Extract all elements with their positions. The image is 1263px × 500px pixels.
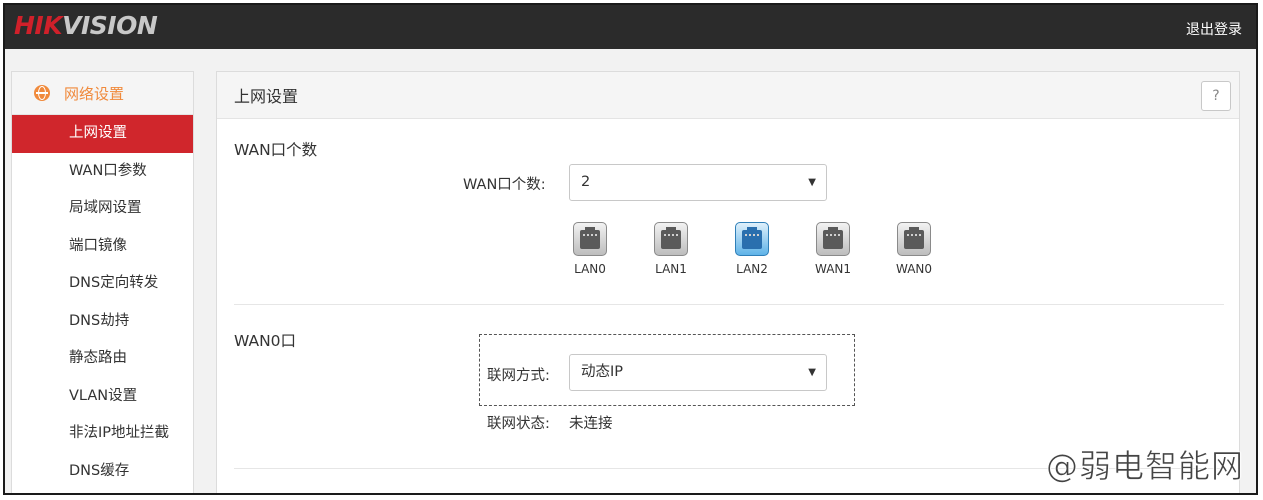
globe-icon	[34, 85, 50, 101]
main-panel: 上网设置 ? WAN口个数 WAN口个数: 2 ▼ LAN0 LAN1 LAN2 WA…	[216, 71, 1240, 493]
logo-vision: VISION	[62, 11, 158, 40]
port-jack	[742, 227, 762, 249]
logo: HIKVISION	[14, 11, 158, 41]
ethernet-port-icon	[654, 222, 688, 256]
port-label: WAN0	[895, 262, 933, 276]
port-lan1[interactable]: LAN1	[646, 222, 696, 276]
port-wan0[interactable]: WAN0	[889, 222, 939, 276]
sidebar-item[interactable]: 非法IP地址拦截	[12, 415, 193, 453]
wan-count-label: WAN口个数:	[463, 177, 546, 193]
conn-type-value: 动态IP	[581, 364, 624, 380]
port-label: LAN2	[736, 262, 768, 276]
panel-title: 上网设置	[234, 87, 299, 106]
sidebar-menu: 上网设置 WAN口参数 局域网设置 端口镜像 DNS定向转发 DNS劫持 静态路由 VLAN设…	[12, 115, 193, 490]
app-frame: HIKVISION 退出登录 网络设置 上网设置 WAN口参数 局域网设置 端口镜像 D…	[3, 3, 1258, 495]
conn-type-select[interactable]: 动态IP ▼	[569, 354, 827, 391]
panel-header: 上网设置	[217, 72, 1239, 119]
port-jack	[580, 227, 600, 249]
port-jack	[661, 227, 681, 249]
ethernet-port-icon	[573, 222, 607, 256]
conn-status-value: 未连接	[569, 416, 613, 432]
sidebar-item[interactable]: VLAN设置	[12, 378, 193, 416]
sidebar-item[interactable]: 静态路由	[12, 340, 193, 378]
sidebar-section-network[interactable]: 网络设置	[12, 72, 193, 115]
section-divider	[234, 304, 1224, 305]
port-label: WAN1	[814, 262, 852, 276]
sidebar-item[interactable]: DNS缓存	[12, 453, 193, 491]
sidebar-item[interactable]: DNS劫持	[12, 303, 193, 341]
chevron-down-icon: ▼	[808, 367, 816, 378]
logout-link[interactable]: 退出登录	[1186, 19, 1242, 39]
conn-type-label: 联网方式:	[487, 368, 550, 384]
sidebar-item[interactable]: 上网设置	[12, 115, 193, 153]
sidebar-item[interactable]: 局域网设置	[12, 190, 193, 228]
ethernet-port-icon	[897, 222, 931, 256]
sidebar-item[interactable]: WAN口参数	[12, 153, 193, 191]
sidebar-section-title: 网络设置	[64, 84, 125, 103]
sidebar-item[interactable]: DNS定向转发	[12, 265, 193, 303]
wan-count-select[interactable]: 2 ▼	[569, 164, 827, 201]
top-bar: HIKVISION 退出登录	[5, 5, 1256, 49]
wan-count-section-title: WAN口个数	[234, 141, 318, 159]
port-lan0[interactable]: LAN0	[565, 222, 615, 276]
sidebar-item[interactable]: 端口镜像	[12, 228, 193, 266]
port-jack	[823, 227, 843, 249]
port-wan1[interactable]: WAN1	[808, 222, 858, 276]
watermark: @弱电智能网	[1045, 447, 1244, 486]
wan0-section-title: WAN0口	[234, 332, 297, 350]
chevron-down-icon: ▼	[808, 177, 816, 188]
wan-count-value: 2	[581, 174, 591, 190]
ethernet-port-icon	[816, 222, 850, 256]
logo-hik: HIK	[14, 11, 63, 40]
help-button[interactable]: ?	[1201, 81, 1231, 111]
conn-status-label: 联网状态:	[487, 416, 550, 432]
port-lan2[interactable]: LAN2	[727, 222, 777, 276]
port-label: LAN0	[574, 262, 606, 276]
port-jack	[904, 227, 924, 249]
sidebar: 网络设置 上网设置 WAN口参数 局域网设置 端口镜像 DNS定向转发 DNS劫持 静态路由…	[11, 71, 194, 493]
ethernet-port-icon	[735, 222, 769, 256]
port-label: LAN1	[655, 262, 687, 276]
